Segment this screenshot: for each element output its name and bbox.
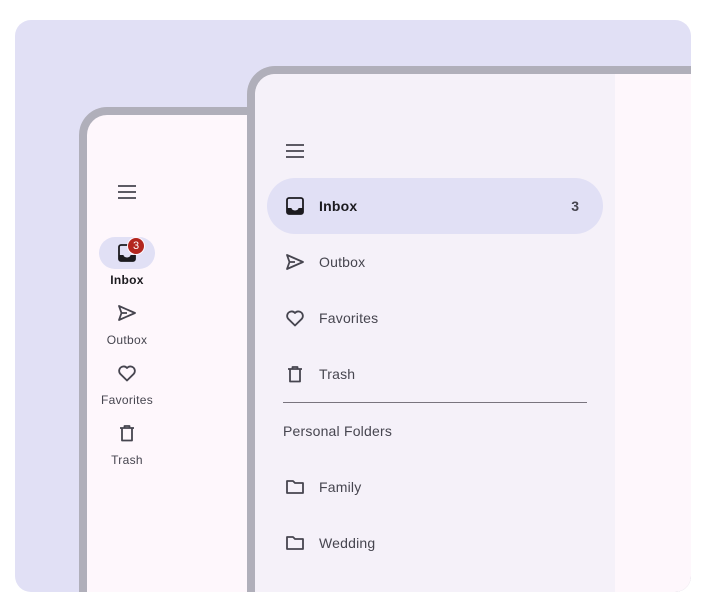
menu-icon[interactable] xyxy=(117,182,137,202)
drawer-item-trash[interactable]: Trash xyxy=(267,346,603,402)
navigation-rail: 3 Inbox Outbox Favorites Trash xyxy=(87,115,167,592)
drawer-item-label: Family xyxy=(319,479,362,495)
active-indicator: 3 xyxy=(99,237,155,269)
drawer-item-family[interactable]: Family xyxy=(267,459,603,515)
trash-icon xyxy=(283,362,307,386)
drawer-item-label: Wedding xyxy=(319,535,376,551)
rail-icon-container xyxy=(99,297,155,329)
rail-item-label: Inbox xyxy=(110,273,144,287)
trash-icon xyxy=(117,423,137,443)
drawer-item-label: Outbox xyxy=(319,254,366,270)
inbox-icon xyxy=(283,194,307,218)
navigation-drawer: Inbox 3 Outbox Favorites Trash Personal … xyxy=(255,74,615,592)
rail-item-outbox[interactable]: Outbox xyxy=(87,297,167,347)
drawer-item-label: Trash xyxy=(319,366,356,382)
drawer-item-inbox[interactable]: Inbox 3 xyxy=(267,178,603,234)
drawer-item-label: Inbox xyxy=(319,198,358,214)
menu-icon[interactable] xyxy=(285,141,305,161)
divider xyxy=(283,402,587,403)
expanded-device-screen: Inbox 3 Outbox Favorites Trash Personal … xyxy=(255,74,691,592)
send-icon xyxy=(117,303,137,323)
drawer-item-wedding[interactable]: Wedding xyxy=(267,515,603,571)
expanded-device-frame: Inbox 3 Outbox Favorites Trash Personal … xyxy=(247,66,691,592)
folder-icon xyxy=(283,475,307,499)
rail-item-label: Trash xyxy=(111,453,143,467)
rail-item-label: Outbox xyxy=(106,333,148,347)
rail-icon-container xyxy=(99,417,155,449)
rail-item-favorites[interactable]: Favorites xyxy=(87,357,167,407)
heart-icon xyxy=(117,363,137,383)
rail-icon-container xyxy=(99,357,155,389)
heart-icon xyxy=(283,306,307,330)
drawer-item-outbox[interactable]: Outbox xyxy=(267,234,603,290)
rail-item-trash[interactable]: Trash xyxy=(87,417,167,467)
drawer-item-favorites[interactable]: Favorites xyxy=(267,290,603,346)
rail-item-label: Favorites xyxy=(100,393,154,407)
folder-icon xyxy=(283,531,307,555)
send-icon xyxy=(283,250,307,274)
rail-item-inbox[interactable]: 3 Inbox xyxy=(87,237,167,287)
notification-badge: 3 xyxy=(128,238,144,254)
drawer-item-label: Favorites xyxy=(319,310,379,326)
stage-background: 3 Inbox Outbox Favorites Trash Inbox 3 O… xyxy=(15,20,691,592)
section-title: Personal Folders xyxy=(283,423,393,439)
unread-count: 3 xyxy=(571,198,579,214)
